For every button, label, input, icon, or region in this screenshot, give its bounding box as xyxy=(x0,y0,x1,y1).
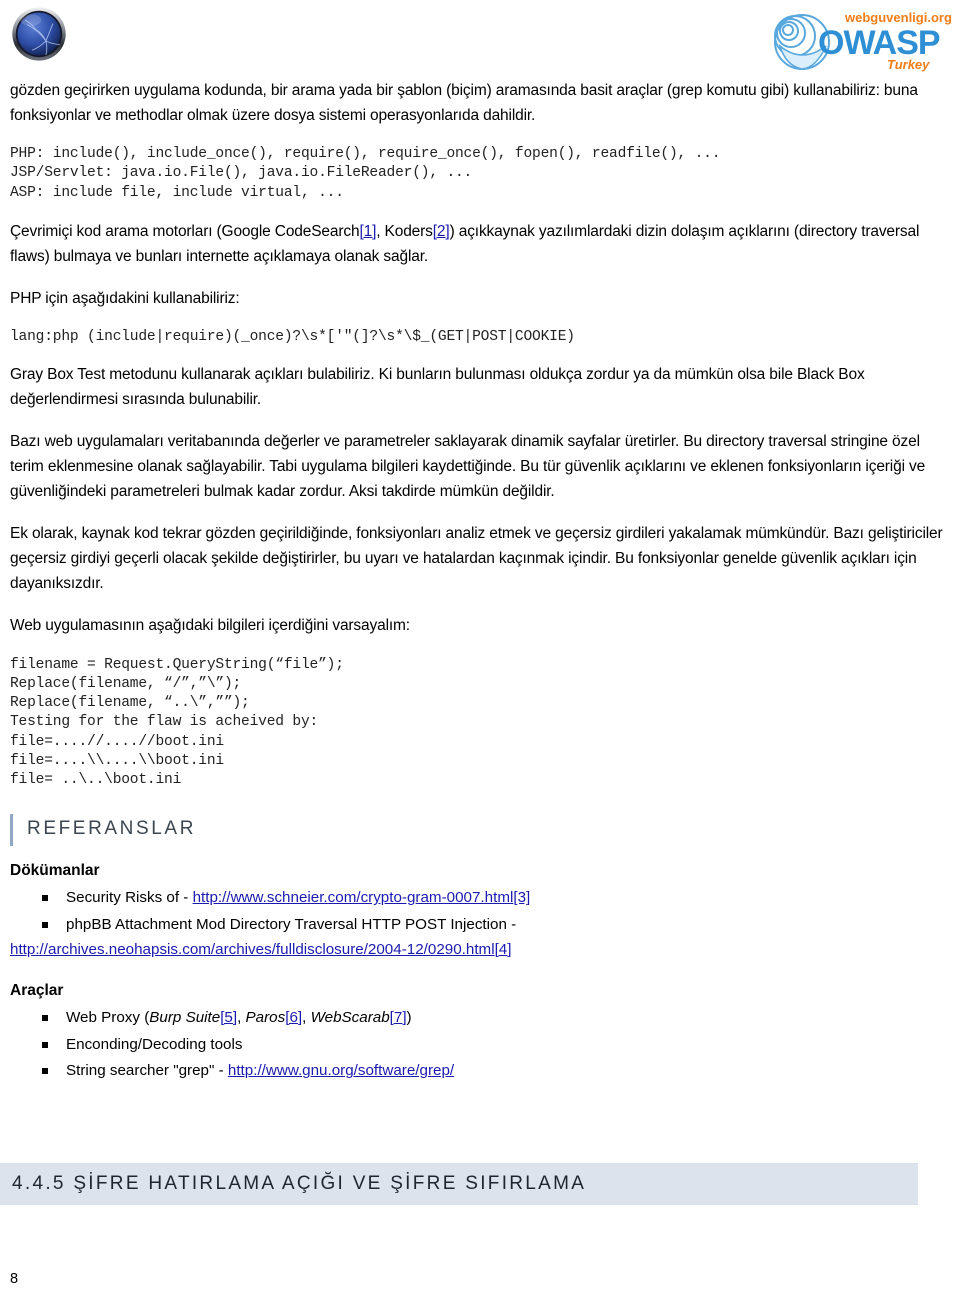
tool-name-burp: Burp Suite xyxy=(149,1009,221,1027)
paragraph-assume-app: Web uygulamasının aşağıdaki bilgileri iç… xyxy=(10,617,410,635)
tools-heading: Araçlar xyxy=(10,982,64,1000)
tool-name-paros: Paros xyxy=(245,1009,286,1027)
documents-list: Security Risks of - http://www.schneier.… xyxy=(10,886,950,962)
bullet-square-icon xyxy=(42,1068,48,1075)
tool-sep: , xyxy=(302,1009,311,1027)
list-item: phpBB Attachment Mod Directory Traversal… xyxy=(10,913,950,962)
owasp-turkey-logo: webguvenligi.org OWASP Turkey xyxy=(774,10,952,72)
list-item: Enconding/Decoding tools xyxy=(42,1033,950,1058)
document-label: Security Risks of - xyxy=(66,889,193,907)
bullet-square-icon xyxy=(42,1015,48,1022)
list-item: Security Risks of - http://www.schneier.… xyxy=(42,886,950,911)
code-block-sample-asp: filename = Request.QueryString(“file”); … xyxy=(10,656,344,789)
reference-link-7[interactable]: [7] xyxy=(390,1009,407,1026)
list-item: String searcher "grep" - http://www.gnu.… xyxy=(42,1059,950,1084)
documents-heading: Dökümanlar xyxy=(10,862,100,880)
svg-text:webguvenligi.org: webguvenligi.org xyxy=(844,10,952,25)
bullet-square-icon xyxy=(42,1041,48,1048)
code-block-regex-query: lang:php (include|require)(_once)?\s*['"… xyxy=(10,329,575,346)
reference-link-1[interactable]: [1] xyxy=(359,223,376,240)
paragraph-intro: gözden geçirirken uygulama kodunda, bir … xyxy=(10,82,918,125)
paragraph-dynamic-pages: Bazı web uygulamaları veritabanında değe… xyxy=(10,432,926,500)
tool-label-encoding: Enconding/Decoding tools xyxy=(66,1035,243,1053)
bullet-square-icon xyxy=(42,921,48,928)
tool-sep: , xyxy=(237,1009,246,1027)
document-url-link[interactable]: http://archives.neohapsis.com/archives/f… xyxy=(10,941,495,958)
tool-name-webscarab: WebScarab xyxy=(310,1009,390,1027)
paragraph-code-search: Çevrimiçi kod arama motorları (Google Co… xyxy=(10,219,950,269)
owasp-sphere-logo xyxy=(12,7,66,61)
document-url-link[interactable]: http://www.schneier.com/crypto-gram-0007… xyxy=(193,889,514,906)
references-heading: REFERANSLAR xyxy=(10,814,950,847)
page-number: 8 xyxy=(10,1271,19,1287)
tool-prefix: Web Proxy ( xyxy=(66,1009,150,1027)
tool-suffix: ) xyxy=(406,1009,412,1027)
reference-link-3[interactable]: [3] xyxy=(513,889,530,906)
section-heading-band: 4.4.5 ŞİFRE HATIRLAMA AÇIĞI VE ŞİFRE SIF… xyxy=(0,1163,918,1205)
code-block-language-functions: PHP: include(), include_once(), require(… xyxy=(10,146,721,201)
tool-label-grep: String searcher "grep" - xyxy=(66,1062,228,1080)
reference-link-2[interactable]: [2] xyxy=(433,223,450,240)
reference-link-6[interactable]: [6] xyxy=(285,1009,302,1026)
reference-link-5[interactable]: [5] xyxy=(220,1009,237,1026)
paragraph-code-search-part-a: Çevrimiçi kod arama motorları (Google Co… xyxy=(10,222,360,240)
paragraph-php-intro: PHP için aşağıdakini kullanabiliriz: xyxy=(10,290,240,308)
tool-url-link-grep[interactable]: http://www.gnu.org/software/grep/ xyxy=(228,1062,454,1079)
document-content: gözden geçirirken uygulama kodunda, bir … xyxy=(0,78,960,1084)
paragraph-code-search-part-b: , Koders xyxy=(376,222,433,240)
svg-text:Turkey: Turkey xyxy=(887,57,930,72)
tools-list: Web Proxy (Burp Suite[5], Paros[6], WebS… xyxy=(10,1006,950,1084)
document-page: webguvenligi.org OWASP Turkey gözden geç… xyxy=(0,0,960,1305)
page-header: webguvenligi.org OWASP Turkey xyxy=(0,0,960,78)
paragraph-graybox: Gray Box Test metodunu kullanarak açıkla… xyxy=(10,365,865,408)
list-item: Web Proxy (Burp Suite[5], Paros[6], WebS… xyxy=(42,1006,950,1031)
section-heading-text: 4.4.5 ŞİFRE HATIRLAMA AÇIĞI VE ŞİFRE SIF… xyxy=(12,1173,587,1194)
bullet-square-icon xyxy=(42,895,48,902)
reference-link-4[interactable]: [4] xyxy=(495,941,512,958)
document-url-wrapper: http://archives.neohapsis.com/archives/f… xyxy=(10,938,950,963)
paragraph-source-review: Ek olarak, kaynak kod tekrar gözden geçi… xyxy=(10,525,943,593)
document-label: phpBB Attachment Mod Directory Traversal… xyxy=(66,915,517,933)
